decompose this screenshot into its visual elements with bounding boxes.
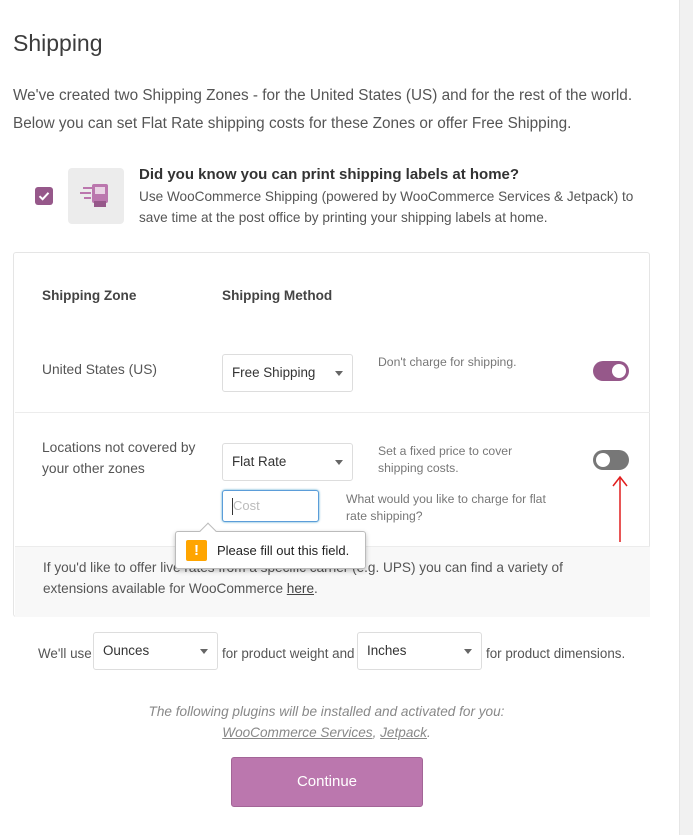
- promo-description: Use WooCommerce Shipping (powered by Woo…: [139, 189, 634, 225]
- plugin-link-jetpack[interactable]: Jetpack: [380, 725, 427, 740]
- carrier-text-end: .: [314, 581, 318, 596]
- units-prefix: We'll use: [38, 646, 92, 661]
- units-middle: for product weight and: [222, 646, 355, 661]
- header-shipping-method: Shipping Method: [222, 288, 333, 303]
- validation-message: Please fill out this field.: [217, 543, 350, 558]
- cost-input-placeholder: Cost: [233, 498, 260, 513]
- warning-icon: !: [186, 540, 207, 561]
- plugins-list: WooCommerce Services, Jetpack.: [13, 722, 640, 743]
- chevron-down-icon: [200, 649, 208, 654]
- shipping-method-select-rest[interactable]: Flat Rate: [222, 443, 353, 481]
- chevron-down-icon: [464, 649, 472, 654]
- row-divider: [15, 412, 650, 413]
- plugin-link-woocommerce-services[interactable]: WooCommerce Services: [222, 725, 372, 740]
- plugins-notice: The following plugins will be installed …: [13, 701, 640, 743]
- checkmark-icon: [38, 192, 50, 201]
- method-help-rest: Set a fixed price to cover shipping cost…: [378, 444, 513, 475]
- header-shipping-zone: Shipping Zone: [42, 288, 137, 303]
- zone-name-us: United States (US): [42, 362, 158, 377]
- dimension-unit-select[interactable]: Inches: [357, 632, 482, 670]
- flat-rate-cost-input[interactable]: Cost: [222, 490, 319, 522]
- annotation-arrow-icon: [612, 475, 628, 542]
- weight-unit-value: Ounces: [103, 643, 150, 658]
- shipping-method-select-us[interactable]: Free Shipping: [222, 354, 353, 392]
- print-labels-checkbox[interactable]: [35, 187, 53, 205]
- toggle-knob: [612, 364, 626, 378]
- method-help-us: Don't charge for shipping.: [378, 355, 517, 369]
- intro-text: We've created two Shipping Zones - for t…: [13, 87, 633, 132]
- extensions-link[interactable]: here: [287, 581, 314, 596]
- validation-tooltip: ! Please fill out this field.: [175, 522, 366, 569]
- continue-button[interactable]: Continue: [231, 757, 423, 807]
- chevron-down-icon: [335, 371, 343, 376]
- shipping-label-printer-icon: [80, 184, 108, 207]
- cost-help: What would you like to charge for flat r…: [346, 492, 546, 523]
- zone-toggle-us[interactable]: [593, 361, 629, 381]
- plugins-separator: ,: [372, 725, 381, 740]
- page-title: Shipping: [13, 30, 103, 56]
- page-scrollbar[interactable]: [679, 0, 693, 835]
- units-suffix: for product dimensions.: [486, 646, 626, 661]
- text-cursor: [232, 498, 233, 515]
- shipping-method-value: Free Shipping: [232, 365, 316, 380]
- weight-unit-select[interactable]: Ounces: [93, 632, 218, 670]
- zone-name-rest-of-world: Locations not covered by your other zone…: [42, 440, 196, 476]
- toggle-knob: [596, 453, 610, 467]
- dimension-unit-value: Inches: [367, 643, 407, 658]
- plugins-end: .: [426, 725, 431, 740]
- promo-image: [68, 168, 124, 224]
- promo-title: Did you know you can print shipping labe…: [139, 166, 520, 183]
- chevron-down-icon: [335, 460, 343, 465]
- zone-toggle-rest[interactable]: [593, 450, 629, 470]
- shipping-method-value: Flat Rate: [232, 454, 287, 469]
- plugins-intro: The following plugins will be installed …: [148, 704, 505, 719]
